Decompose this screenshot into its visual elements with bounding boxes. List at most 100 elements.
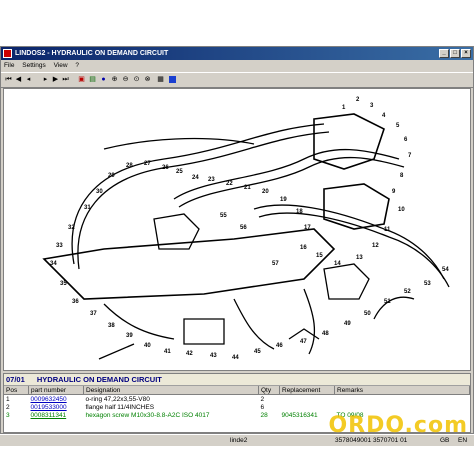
- menu-settings[interactable]: Settings: [19, 61, 49, 71]
- callout-16[interactable]: 16: [300, 245, 307, 251]
- next-icon[interactable]: ▶: [51, 75, 60, 84]
- callout-19[interactable]: 19: [280, 197, 287, 203]
- callout-34[interactable]: 34: [50, 261, 57, 267]
- callout-37[interactable]: 37: [90, 311, 97, 317]
- callout-10[interactable]: 10: [398, 207, 405, 213]
- callout-23[interactable]: 23: [208, 177, 215, 183]
- callout-12[interactable]: 12: [372, 243, 379, 249]
- row-remarks: [335, 395, 470, 404]
- callout-52[interactable]: 52: [404, 289, 411, 295]
- callout-18[interactable]: 18: [296, 209, 303, 215]
- menu-file[interactable]: File: [1, 61, 17, 71]
- col-part-number[interactable]: part number: [28, 386, 84, 395]
- callout-44[interactable]: 44: [232, 355, 239, 361]
- callout-35[interactable]: 35: [60, 281, 67, 287]
- close-icon[interactable]: ×: [461, 49, 471, 58]
- callout-27[interactable]: 27: [144, 161, 151, 167]
- row-designation: hexagon screw M10x30-8.8-A2C ISO 4017: [85, 411, 210, 419]
- callout-2[interactable]: 2: [356, 97, 360, 103]
- callout-39[interactable]: 39: [126, 333, 133, 339]
- callout-46[interactable]: 46: [276, 343, 283, 349]
- callout-32[interactable]: 32: [68, 225, 75, 231]
- callout-42[interactable]: 42: [186, 351, 193, 357]
- col-remarks[interactable]: Remarks: [334, 386, 470, 395]
- callout-1[interactable]: 1: [342, 105, 346, 111]
- row-part-number[interactable]: 0008311341: [29, 411, 84, 419]
- callout-30[interactable]: 30: [96, 189, 103, 195]
- callout-57[interactable]: 57: [272, 261, 279, 267]
- callout-56[interactable]: 56: [240, 225, 247, 231]
- callout-4[interactable]: 4: [382, 113, 386, 119]
- menu-view[interactable]: View: [51, 61, 71, 71]
- callout-33[interactable]: 33: [56, 243, 63, 249]
- callout-7[interactable]: 7: [408, 153, 412, 159]
- callout-55[interactable]: 55: [220, 213, 227, 219]
- parts-drawing[interactable]: 1 2 3 4 5 6 7 8 9 10 11 12 13 14 15 16 17 18 19 20 21 22 23 24 2…: [3, 88, 471, 371]
- callout-28[interactable]: 28: [126, 163, 133, 169]
- first-page-icon[interactable]: ⏮: [4, 75, 13, 84]
- forward-icon[interactable]: ▸: [41, 75, 50, 84]
- callout-31[interactable]: 31: [84, 205, 91, 211]
- print-icon[interactable]: ▦: [156, 75, 165, 84]
- callout-14[interactable]: 14: [334, 261, 341, 267]
- zoom-area-icon[interactable]: ⊗: [143, 75, 152, 84]
- maximize-icon[interactable]: □: [450, 49, 460, 58]
- callout-5[interactable]: 5: [396, 123, 400, 129]
- row-part-number[interactable]: 0009632450: [29, 395, 84, 404]
- table-row[interactable]: 2 0019533000 flange half 11/4INCHES 6: [4, 403, 470, 411]
- callout-15[interactable]: 15: [316, 253, 323, 259]
- minimize-icon[interactable]: _: [439, 49, 449, 58]
- callout-24[interactable]: 24: [192, 175, 199, 181]
- callout-21[interactable]: 21: [244, 185, 251, 191]
- row-pos: 2: [6, 403, 10, 411]
- callout-45[interactable]: 45: [254, 349, 261, 355]
- table-row[interactable]: 1 0009632450 o-ring 47,22x3,55-V80 2: [4, 395, 470, 404]
- section-number: 07/01: [6, 375, 25, 384]
- callout-25[interactable]: 25: [176, 169, 183, 175]
- row-remarks: [335, 403, 470, 411]
- callout-9[interactable]: 9: [392, 189, 396, 195]
- callout-41[interactable]: 41: [164, 349, 171, 355]
- globe-icon[interactable]: ●: [99, 75, 108, 84]
- previous-icon[interactable]: ◀: [14, 75, 23, 84]
- callout-29[interactable]: 29: [108, 173, 115, 179]
- callout-49[interactable]: 49: [344, 321, 351, 327]
- callout-50[interactable]: 50: [364, 311, 371, 317]
- callout-11[interactable]: 11: [384, 227, 391, 233]
- zoom-in-icon[interactable]: ⊕: [110, 75, 119, 84]
- row-designation: flange half 11/4INCHES: [85, 403, 155, 411]
- row-replacement: 9045316341: [281, 411, 318, 419]
- back-icon[interactable]: ◂: [24, 75, 33, 84]
- col-designation[interactable]: Designation: [83, 386, 259, 395]
- callout-26[interactable]: 26: [162, 165, 169, 171]
- callout-6[interactable]: 6: [404, 137, 408, 143]
- callout-47[interactable]: 47: [300, 339, 307, 345]
- index-icon[interactable]: ▣: [77, 75, 86, 84]
- callout-48[interactable]: 48: [322, 331, 329, 337]
- window-title: LINDOS2 - HYDRAULIC ON DEMAND CIRCUIT: [15, 50, 169, 57]
- callout-54[interactable]: 54: [442, 267, 449, 273]
- callout-40[interactable]: 40: [144, 343, 151, 349]
- catalog-icon[interactable]: ▤: [88, 75, 97, 84]
- callout-13[interactable]: 13: [356, 255, 363, 261]
- zoom-out-icon[interactable]: ⊖: [121, 75, 130, 84]
- col-pos[interactable]: Pos: [4, 386, 29, 395]
- zoom-fit-icon[interactable]: ⊙: [132, 75, 141, 84]
- callout-3[interactable]: 3: [370, 103, 374, 109]
- callout-43[interactable]: 43: [210, 353, 217, 359]
- col-qty[interactable]: Qty: [258, 386, 280, 395]
- color-square-icon[interactable]: [169, 76, 176, 83]
- section-heading: HYDRAULIC ON DEMAND CIRCUIT: [36, 375, 162, 384]
- row-part-number[interactable]: 0019533000: [29, 403, 84, 411]
- last-page-icon[interactable]: ⏭: [61, 75, 70, 84]
- callout-38[interactable]: 38: [108, 323, 115, 329]
- callout-8[interactable]: 8: [400, 173, 404, 179]
- col-replacement[interactable]: Replacement: [279, 386, 335, 395]
- menu-help[interactable]: ?: [72, 61, 82, 71]
- callout-51[interactable]: 51: [384, 299, 391, 305]
- callout-22[interactable]: 22: [226, 181, 233, 187]
- callout-17[interactable]: 17: [304, 225, 311, 231]
- callout-20[interactable]: 20: [262, 189, 269, 195]
- callout-36[interactable]: 36: [72, 299, 79, 305]
- callout-53[interactable]: 53: [424, 281, 431, 287]
